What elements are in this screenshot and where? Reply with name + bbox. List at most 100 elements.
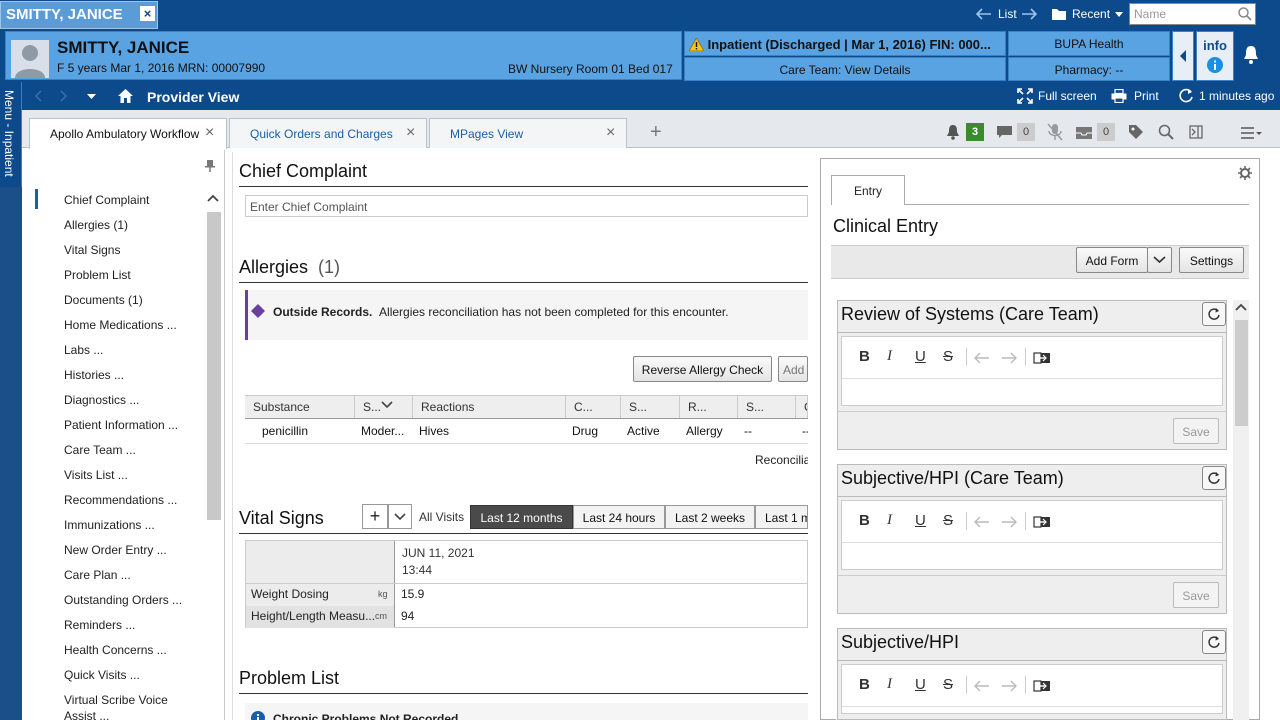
scroll-up-icon[interactable] [1235,303,1247,311]
microphone-muted-icon[interactable] [1047,123,1063,141]
underline-button[interactable]: U [915,348,926,365]
column-header[interactable]: Substance [245,396,355,418]
print-button[interactable]: Print [1134,89,1159,103]
add-tab-button[interactable]: + [650,122,662,142]
inbox-icon[interactable] [1076,127,1092,139]
last-refresh-time[interactable]: 1 minutes ago [1199,89,1274,103]
vital-value[interactable]: 15.9 [401,587,424,601]
strikethrough-button[interactable]: S [943,348,953,365]
sort-chevron-icon[interactable] [381,401,393,409]
form-refresh-button[interactable] [1202,630,1226,654]
notification-icon[interactable] [946,124,960,140]
bold-button[interactable]: B [859,348,870,365]
tab-mpages-view[interactable]: MPages View [429,118,627,148]
nav-item[interactable]: Care Plan ... [64,568,131,582]
gear-icon[interactable] [1238,166,1252,180]
nav-item[interactable]: Quick Visits ... [64,668,140,682]
nav-item[interactable]: Labs ... [64,343,103,357]
collapse-panel-icon[interactable] [1189,125,1203,139]
refresh-icon[interactable] [1178,88,1194,104]
nav-item[interactable]: Diagnostics ... [64,393,139,407]
add-form-button[interactable]: Add Form [1076,247,1148,273]
nav-back-icon[interactable] [34,90,42,102]
search-icon[interactable] [1158,124,1174,140]
form-refresh-button[interactable] [1202,466,1226,490]
rich-text-editor[interactable] [841,336,1223,406]
left-nav-scrollbar[interactable] [207,212,221,520]
back-arrow-icon[interactable] [976,8,992,20]
add-form-dropdown[interactable] [1147,247,1172,273]
table-cell[interactable]: penicillin [262,424,308,438]
form-refresh-button[interactable] [1202,302,1226,326]
scroll-up-icon[interactable] [207,194,219,202]
nav-item[interactable]: Patient Information ... [64,418,178,432]
italic-button[interactable]: I [887,676,892,693]
info-button[interactable]: info [1196,31,1234,81]
patient-tab[interactable]: SMITTY, JANICE [0,1,158,29]
column-header[interactable]: C [796,396,808,418]
column-header[interactable]: S... [621,396,680,418]
redo-icon[interactable] [1001,516,1017,528]
right-panel-scroll-thumb[interactable] [1235,320,1248,426]
all-visits-filter[interactable]: All Visits [419,510,464,524]
nav-item[interactable]: Documents (1) [64,293,143,307]
chevron-down-icon[interactable] [1115,12,1123,17]
insert-text-icon[interactable] [1033,679,1051,693]
undo-icon[interactable] [974,352,990,364]
column-header[interactable]: R... [680,396,738,418]
recent-menu[interactable]: Recent [1072,7,1110,21]
pin-icon[interactable] [205,159,215,173]
column-header[interactable]: C... [566,396,621,418]
column-header[interactable]: Reactions [413,396,566,418]
tag-icon[interactable] [1128,124,1144,140]
column-header[interactable]: S... [738,396,796,418]
tab-entry[interactable]: Entry [831,175,905,205]
italic-button[interactable]: I [887,348,892,365]
nav-item[interactable]: Outstanding Orders ... [64,593,182,607]
range-last-24-hours[interactable]: Last 24 hours [573,505,665,529]
tab-apollo-ambulatory-workflow[interactable]: Apollo Ambulatory Workflow [29,118,227,149]
banner-collapse-button[interactable] [1172,31,1194,81]
chief-complaint-input[interactable]: Enter Chief Complaint [245,195,808,217]
underline-button[interactable]: U [915,512,926,529]
nav-item[interactable]: Health Concerns ... [64,643,167,657]
nav-item[interactable]: Histories ... [64,368,124,382]
full-screen-icon[interactable] [1017,88,1033,104]
vital-value[interactable]: 94 [401,609,414,623]
nav-forward-icon[interactable] [60,90,68,102]
nav-item[interactable]: Recommendations ... [64,493,177,507]
undo-icon[interactable] [974,680,990,692]
reverse-allergy-check-button[interactable]: Reverse Allergy Check [633,356,772,382]
redo-icon[interactable] [1001,352,1017,364]
rich-text-editor[interactable] [841,500,1223,570]
close-icon[interactable]: × [606,124,615,142]
hamburger-menu-icon[interactable] [1240,127,1262,139]
nav-history-chevron-icon[interactable] [87,94,96,99]
tab-quick-orders-and-charges[interactable]: Quick Orders and Charges [229,118,427,148]
nav-item[interactable]: Allergies (1) [64,218,128,232]
settings-button[interactable]: Settings [1179,247,1244,273]
underline-button[interactable]: U [915,676,926,693]
vital-options-dropdown[interactable] [388,504,412,529]
full-screen-button[interactable]: Full screen [1038,89,1097,103]
nav-item[interactable]: Assist ... [64,709,109,720]
nav-item[interactable]: Visits List ... [64,468,128,482]
redo-icon[interactable] [1001,680,1017,692]
close-icon[interactable]: × [406,124,415,142]
bold-button[interactable]: B [859,512,870,529]
add-vital-button[interactable]: + [362,504,388,529]
forward-arrow-icon[interactable] [1021,8,1037,20]
nav-item[interactable]: New Order Entry ... [64,543,167,557]
nav-item[interactable]: Virtual Scribe Voice [64,693,168,707]
save-button[interactable]: Save [1173,582,1219,608]
close-icon[interactable]: × [205,124,214,142]
nav-item[interactable]: Immunizations ... [64,518,155,532]
home-icon[interactable] [117,88,134,104]
search-icon[interactable] [1238,7,1252,21]
range-last-12-months[interactable]: Last 12 months [470,505,573,529]
print-icon[interactable] [1111,89,1127,103]
nav-item[interactable]: Home Medications ... [64,318,177,332]
message-icon[interactable] [997,126,1012,139]
patient-search-input[interactable]: Name [1129,3,1256,25]
save-button[interactable]: Save [1173,418,1219,444]
